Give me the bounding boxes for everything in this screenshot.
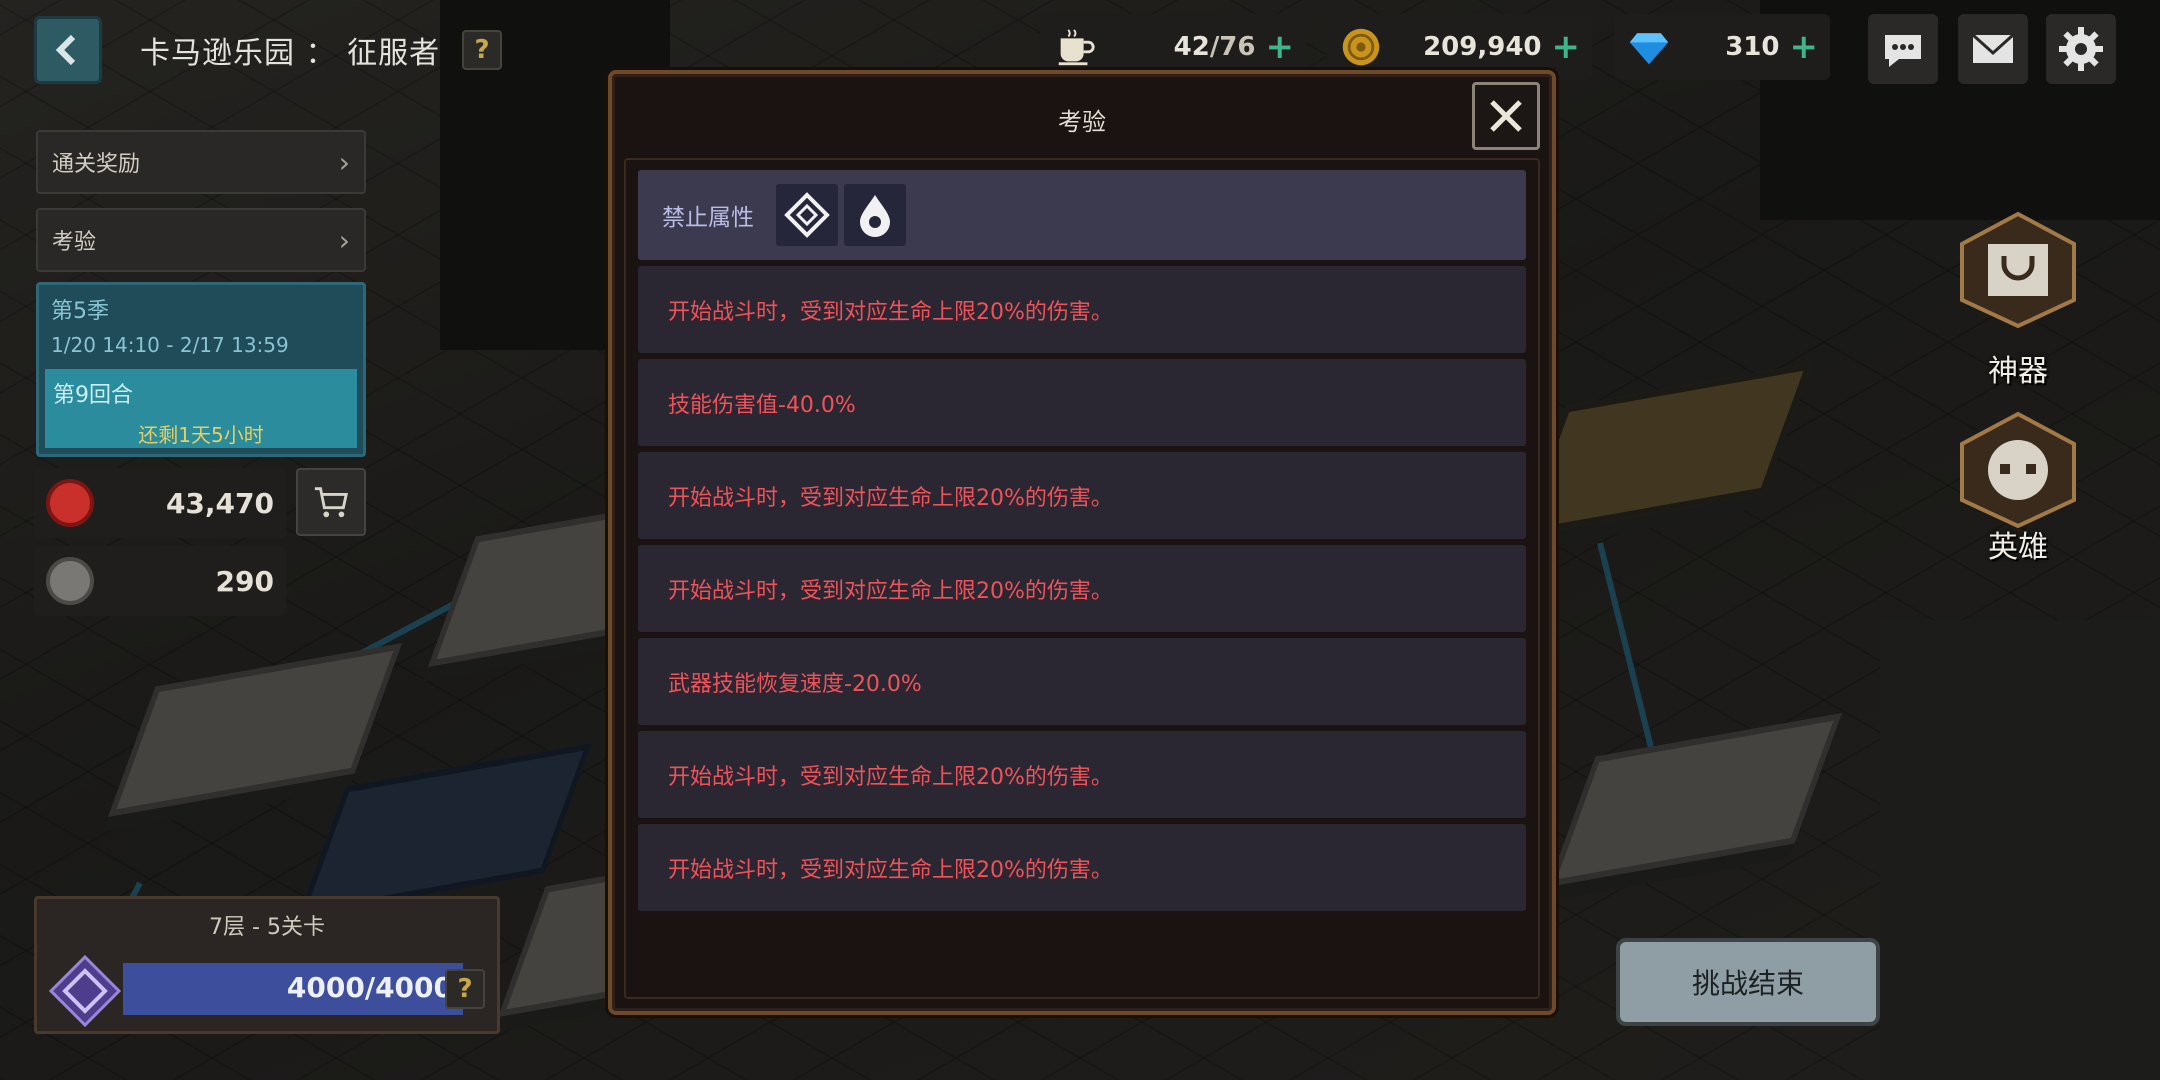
- modal-title: 考验: [1058, 108, 1106, 136]
- trial-modal: 考验 禁止属性 开始战斗时，受到对应生命上限20%的伤害。 技能伤害值-40.0%…: [608, 70, 1556, 1015]
- clear-rewards-button[interactable]: 通关奖励 ›: [36, 130, 366, 194]
- floor-progress-text: 4000/4000: [286, 971, 453, 1004]
- hero-face-icon: [1960, 411, 2076, 528]
- stage-help-button[interactable]: ?: [462, 30, 502, 70]
- gray-token-amount: 290: [215, 564, 274, 598]
- basic-element-icon[interactable]: [776, 184, 838, 246]
- artifact-label: 神器: [1988, 354, 2048, 389]
- trial-row: 开始战斗时，受到对应生命上限20%的伤害。: [638, 545, 1526, 632]
- modal-body: 禁止属性 开始战斗时，受到对应生命上限20%的伤害。 技能伤害值-40.0% 开始战…: [624, 158, 1540, 999]
- floor-help-button[interactable]: ?: [445, 969, 485, 1009]
- season-title: 第5季: [51, 299, 109, 324]
- cart-icon: [314, 487, 348, 518]
- chevron-right-icon: ›: [338, 145, 350, 179]
- red-token-amount: 43,470: [165, 486, 274, 520]
- trial-row: 技能伤害值-40.0%: [638, 359, 1526, 446]
- close-icon: [1490, 100, 1522, 132]
- gray-token-icon: [46, 557, 94, 605]
- chat-button[interactable]: [1868, 14, 1938, 84]
- coffee-cup-icon: [1052, 24, 1098, 70]
- chevron-left-icon: [55, 34, 76, 66]
- trial-label: 考验: [52, 230, 97, 255]
- water-drop-icon[interactable]: [844, 184, 906, 246]
- red-token-icon: [46, 479, 94, 527]
- gold-add-button[interactable]: +: [1552, 27, 1581, 67]
- trial-row: 开始战斗时，受到对应生命上限20%的伤害。: [638, 266, 1526, 353]
- season-panel: 第5季 1/20 14:10 - 2/17 13:59 第9回合 还剩1天5小时: [36, 282, 366, 457]
- round-panel: 第9回合 还剩1天5小时: [45, 369, 357, 448]
- chat-bubble-icon: [1885, 35, 1921, 67]
- gem-add-button[interactable]: +: [1790, 27, 1819, 67]
- trial-list: 开始战斗时，受到对应生命上限20%的伤害。 技能伤害值-40.0% 开始战斗时，受到…: [638, 266, 1526, 917]
- trial-row: 武器技能恢复速度-20.0%: [638, 638, 1526, 725]
- floor-progress-bar: 4000/4000: [123, 963, 463, 1015]
- gray-token-display: 290: [34, 546, 286, 616]
- round-remaining: 还剩1天5小时: [138, 423, 264, 447]
- gear-icon: [2059, 27, 2103, 71]
- forbidden-attributes-row: 禁止属性: [638, 170, 1526, 260]
- gold-coin-icon: [1338, 24, 1384, 70]
- season-time: 1/20 14:10 - 2/17 13:59: [51, 333, 289, 357]
- shop-cart-button[interactable]: [296, 468, 366, 536]
- diamond-icon: [1626, 24, 1672, 70]
- settings-button[interactable]: [2046, 14, 2116, 84]
- round-title: 第9回合: [53, 383, 133, 408]
- hero-button[interactable]: [1958, 410, 2078, 528]
- close-button[interactable]: [1472, 82, 1540, 150]
- trial-row: 开始战斗时，受到对应生命上限20%的伤害。: [638, 731, 1526, 818]
- shopping-bag-icon: [1960, 211, 2076, 328]
- trial-row: 开始战斗时，受到对应生命上限20%的伤害。: [638, 824, 1526, 911]
- trial-button[interactable]: 考验 ›: [36, 208, 366, 272]
- trial-row: 开始战斗时，受到对应生命上限20%的伤害。: [638, 452, 1526, 539]
- artifact-button[interactable]: [1958, 210, 2078, 328]
- gold-amount: 209,940: [1423, 32, 1542, 62]
- chevron-right-icon: ›: [338, 223, 350, 257]
- stage-title: 卡马逊乐园 ： 征服者: [140, 36, 441, 71]
- back-button[interactable]: [34, 16, 102, 84]
- gem-amount: 310: [1725, 32, 1780, 62]
- stamina-max: /76: [1209, 32, 1256, 62]
- hero-label: 英雄: [1988, 530, 2048, 565]
- clear-rewards-label: 通关奖励: [52, 152, 141, 177]
- floor-progress-panel: 7层 - 5关卡 4000/4000 ?: [34, 896, 500, 1034]
- red-token-display: 43,470: [34, 468, 286, 538]
- stamina-add-button[interactable]: +: [1266, 27, 1295, 67]
- mail-button[interactable]: [1958, 14, 2028, 84]
- gem-display: 310 +: [1614, 14, 1830, 80]
- forbidden-attributes-label: 禁止属性: [662, 205, 754, 231]
- floor-title: 7层 - 5关卡: [209, 915, 325, 940]
- end-challenge-button[interactable]: 挑战结束: [1616, 938, 1880, 1026]
- mail-icon: [1971, 33, 2015, 63]
- purple-crest-icon: [49, 955, 121, 1027]
- stamina-current: 42: [1173, 32, 1210, 62]
